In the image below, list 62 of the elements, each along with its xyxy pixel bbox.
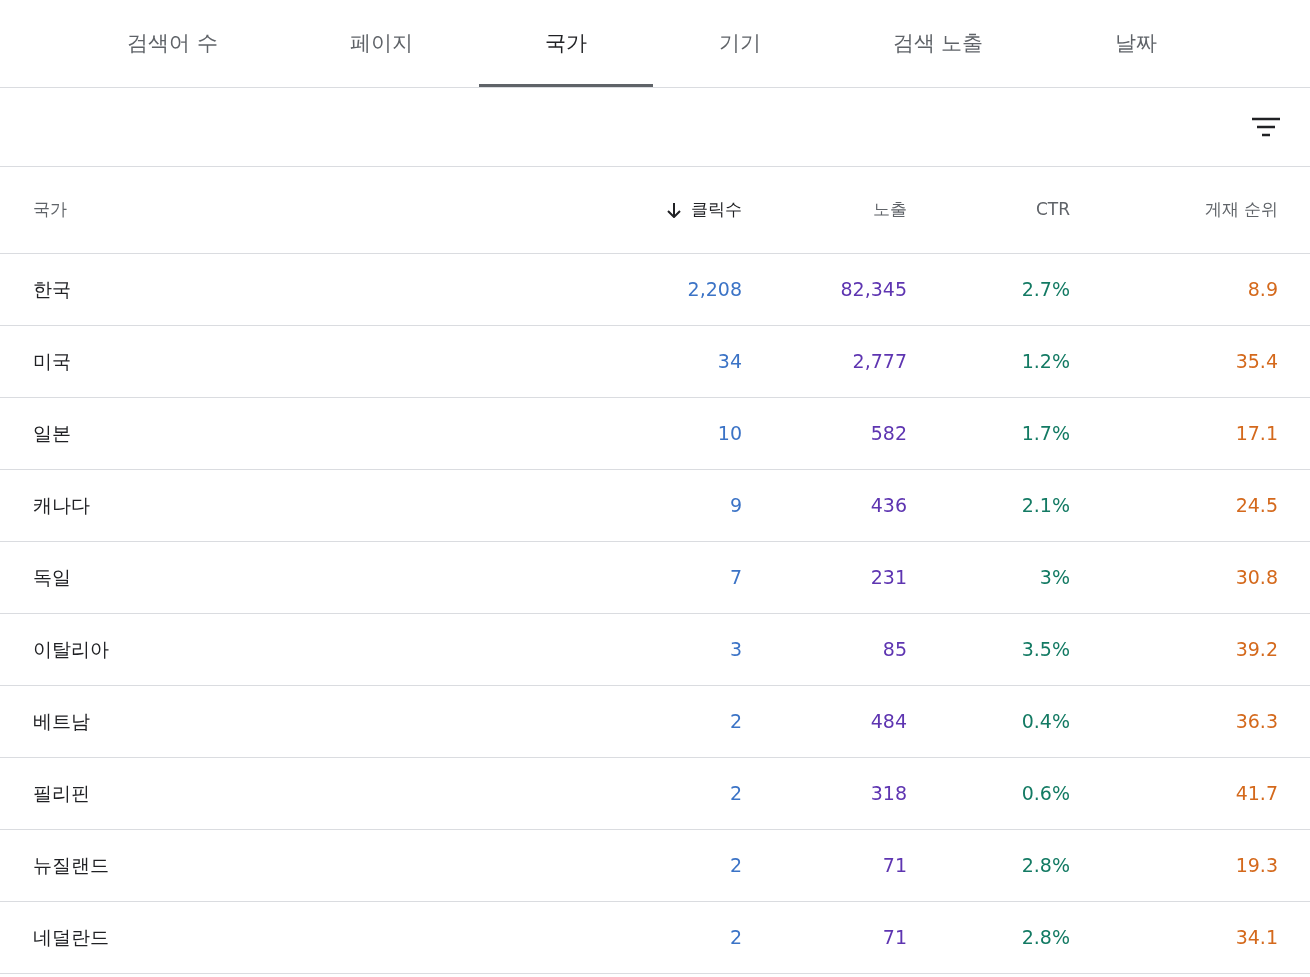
metric-cell: 34: [717, 350, 742, 373]
column-header[interactable]: 클릭수: [691, 197, 742, 223]
metric-cell: 0.6%: [1021, 782, 1070, 805]
country-cell: 일본: [33, 422, 71, 445]
column-header[interactable]: 게재 순위: [1204, 197, 1278, 223]
column-header[interactable]: 국가: [33, 199, 67, 220]
metric-cell: 3.5%: [1021, 638, 1070, 661]
metric-cell: 436: [870, 494, 907, 517]
metric-cell: 0.4%: [1021, 710, 1070, 733]
country-cell: 네덜란드: [33, 926, 109, 949]
metric-cell: 2: [729, 782, 742, 805]
metric-cell: 484: [870, 710, 907, 733]
metric-cell: 24.5: [1235, 494, 1278, 517]
metric-cell: 3: [729, 638, 742, 661]
country-cell: 필리핀: [33, 782, 90, 805]
country-cell: 독일: [33, 566, 71, 589]
metric-cell: 30.8: [1235, 566, 1278, 589]
tab[interactable]: 국가: [478, 0, 653, 87]
country-cell: 캐나다: [33, 494, 90, 517]
metric-cell: 2,777: [852, 350, 907, 373]
metric-cell: 2: [729, 854, 742, 877]
metric-cell: 2.8%: [1021, 926, 1070, 949]
metric-cell: 2: [729, 926, 742, 949]
metric-cell: 8.9: [1247, 278, 1278, 301]
metric-cell: 19.3: [1235, 854, 1278, 877]
metric-cell: 2,208: [687, 278, 742, 301]
metric-cell: 10: [717, 422, 742, 445]
metric-cell: 231: [870, 566, 907, 589]
metric-cell: 41.7: [1235, 782, 1278, 805]
metric-cell: 39.2: [1235, 638, 1278, 661]
tab[interactable]: 검색어 수: [61, 0, 284, 87]
metric-cell: 34.1: [1235, 926, 1278, 949]
metric-cell: 582: [870, 422, 907, 445]
metric-cell: 7: [729, 566, 742, 589]
metric-cell: 3%: [1039, 566, 1070, 589]
filter-icon[interactable]: [1252, 117, 1280, 137]
country-cell: 뉴질랜드: [33, 854, 109, 877]
tab[interactable]: 기기: [652, 0, 827, 87]
metric-cell: 2.1%: [1021, 494, 1070, 517]
metric-cell: 2: [729, 710, 742, 733]
metric-cell: 17.1: [1235, 422, 1278, 445]
country-cell: 한국: [33, 278, 71, 301]
metric-cell: 82,345: [840, 278, 907, 301]
metric-cell: 85: [882, 638, 907, 661]
metric-cell: 2.7%: [1021, 278, 1070, 301]
metric-cell: 35.4: [1235, 350, 1278, 373]
metric-cell: 318: [870, 782, 907, 805]
country-cell: 미국: [33, 350, 71, 373]
country-cell: 베트남: [33, 710, 90, 733]
column-header[interactable]: CTR: [1035, 197, 1070, 223]
metric-cell: 1.2%: [1021, 350, 1070, 373]
metric-cell: 71: [882, 926, 907, 949]
metric-cell: 1.7%: [1021, 422, 1070, 445]
country-cell: 이탈리아: [33, 638, 109, 661]
tab[interactable]: 페이지: [283, 0, 479, 87]
metric-cell: 36.3: [1235, 710, 1278, 733]
column-header[interactable]: 노출: [873, 197, 907, 223]
metric-cell: 2.8%: [1021, 854, 1070, 877]
metric-cell: 71: [882, 854, 907, 877]
metric-cell: 9: [729, 494, 742, 517]
tab[interactable]: 날짜: [1049, 0, 1224, 87]
tab[interactable]: 검색 노출: [826, 0, 1050, 87]
